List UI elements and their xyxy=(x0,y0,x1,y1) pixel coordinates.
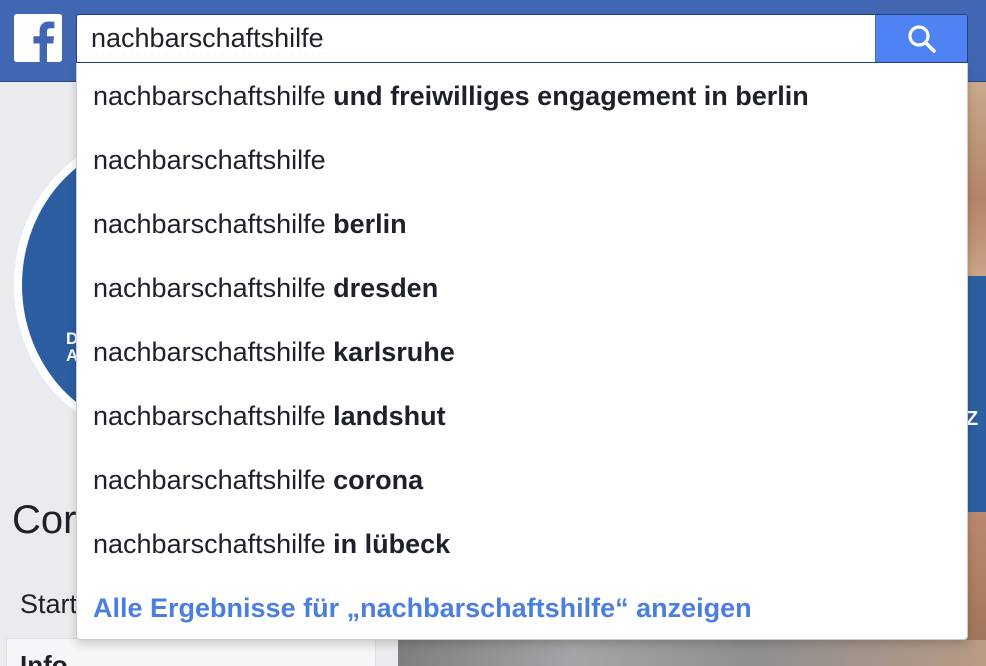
suggestion-item[interactable]: nachbarschaftshilfe xyxy=(77,128,967,192)
nav-item-start[interactable]: Start xyxy=(20,589,77,620)
post-photo xyxy=(398,640,986,666)
see-all-results-link[interactable]: Alle Ergebnisse für „nachbarschaftshilfe… xyxy=(77,576,967,640)
suggestion-query: nachbarschaftshilfe xyxy=(93,465,326,495)
nav-item-info[interactable]: Info xyxy=(20,650,68,666)
suggestion-completion: karlsruhe xyxy=(333,337,455,367)
suggestion-item[interactable]: nachbarschaftshilfe landshut xyxy=(77,384,967,448)
suggestion-query: nachbarschaftshilfe xyxy=(93,209,326,239)
search-button[interactable] xyxy=(875,15,967,62)
suggestion-query: nachbarschaftshilfe xyxy=(93,529,326,559)
suggestion-completion: corona xyxy=(333,465,424,495)
suggestion-item[interactable]: nachbarschaftshilfe corona xyxy=(77,448,967,512)
page-title: Cor xyxy=(12,498,77,542)
suggestion-item[interactable]: nachbarschaftshilfe in lübeck xyxy=(77,512,967,576)
suggestion-item[interactable]: nachbarschaftshilfe karlsruhe xyxy=(77,320,967,384)
suggestion-completion: dresden xyxy=(333,273,439,303)
search-input[interactable] xyxy=(77,15,877,62)
suggestion-completion: und freiwilliges engagement in berlin xyxy=(333,81,809,111)
suggestion-completion: berlin xyxy=(333,209,407,239)
suggestion-completion: in lübeck xyxy=(333,529,451,559)
facebook-f-icon[interactable] xyxy=(14,14,62,62)
search-suggestions-dropdown: nachbarschaftshilfe und freiwilliges eng… xyxy=(76,63,968,640)
suggestion-item[interactable]: nachbarschaftshilfe dresden xyxy=(77,256,967,320)
suggestion-query: nachbarschaftshilfe xyxy=(93,337,326,367)
suggestion-item[interactable]: nachbarschaftshilfe berlin xyxy=(77,192,967,256)
suggestion-item[interactable]: nachbarschaftshilfe und freiwilliges eng… xyxy=(77,64,967,128)
suggestion-query: nachbarschaftshilfe xyxy=(93,145,326,175)
suggestion-query: nachbarschaftshilfe xyxy=(93,81,326,111)
suggestion-completion: landshut xyxy=(333,401,446,431)
search-box xyxy=(76,14,968,63)
suggestion-query: nachbarschaftshilfe xyxy=(93,273,326,303)
suggestion-query: nachbarschaftshilfe xyxy=(93,401,326,431)
search-icon xyxy=(907,24,936,53)
